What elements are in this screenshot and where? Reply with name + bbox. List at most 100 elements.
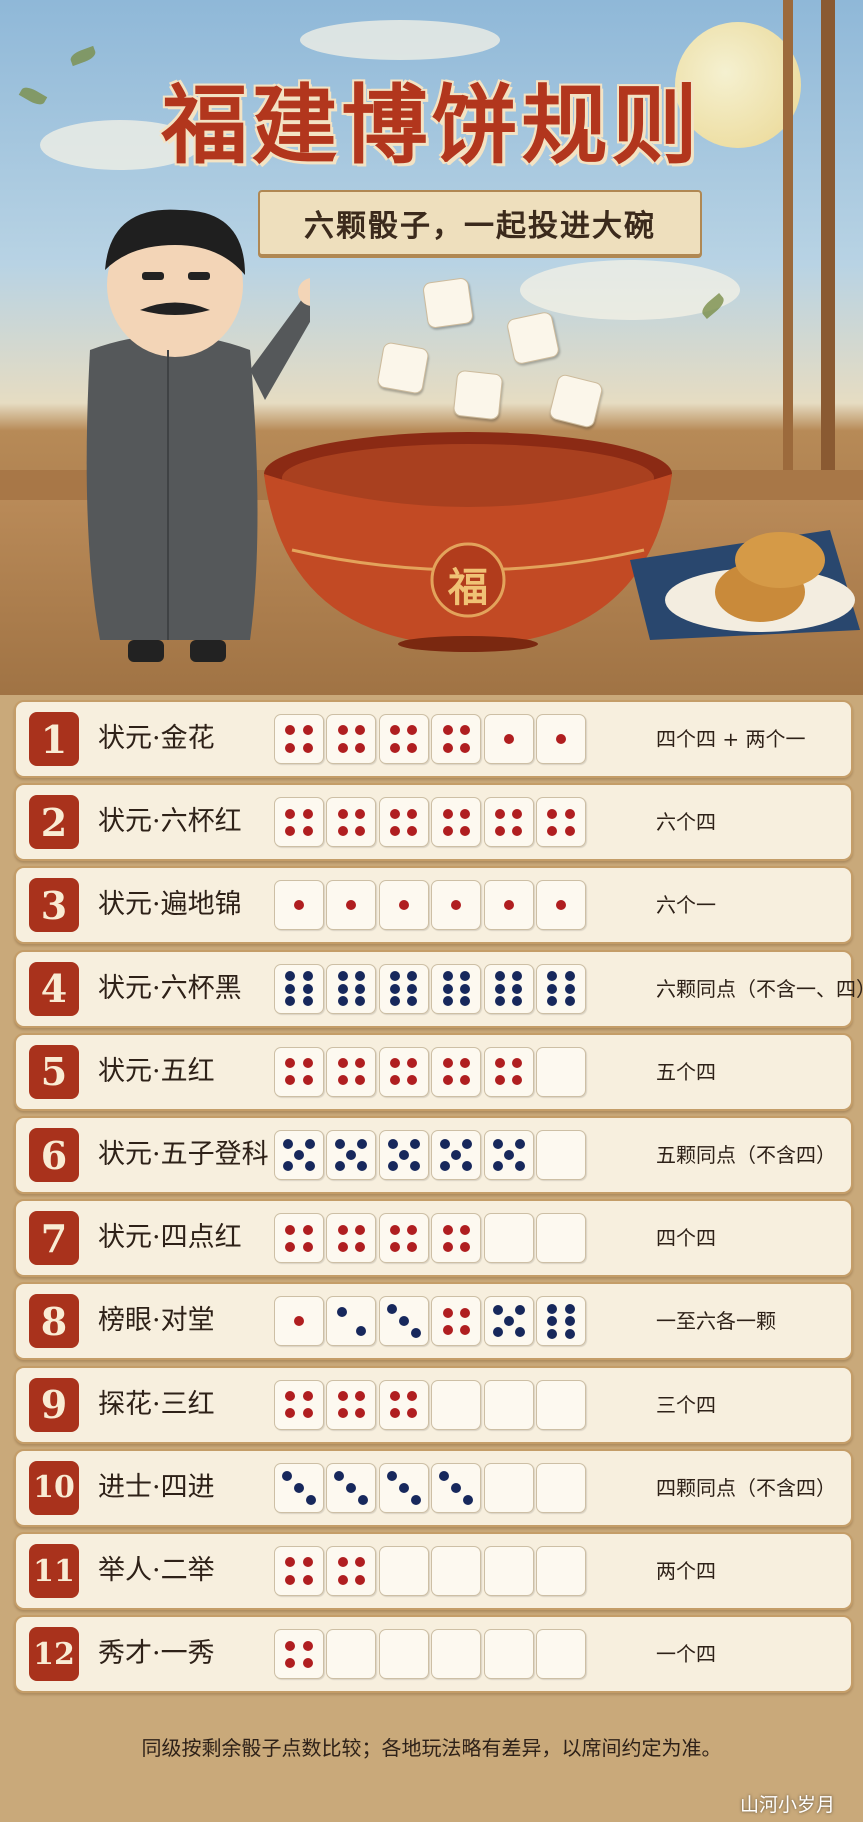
die-face-1 [536, 880, 586, 931]
die-pip [302, 808, 313, 819]
die-face-4 [274, 714, 324, 764]
die-pip [451, 1482, 462, 1493]
die-face-1 [274, 880, 324, 931]
rule-row: 9 探花·三红 三个四 [14, 1365, 853, 1444]
die-face-4 [326, 1546, 377, 1596]
die-pip [442, 808, 453, 819]
page-title: 福建博饼规则 [161, 75, 702, 176]
rule-description: 一个四 [656, 1642, 716, 1667]
rule-number-badge: 3 [29, 878, 79, 933]
die-pip [355, 1408, 366, 1419]
die-pip [459, 1325, 470, 1336]
die-pip [355, 808, 366, 819]
die-pip [337, 1390, 348, 1401]
rule-number-badge: 6 [29, 1128, 79, 1182]
die-face-4 [274, 1546, 324, 1596]
die-face-5 [431, 1130, 482, 1180]
die-pip [407, 742, 418, 753]
die-pip [305, 1138, 316, 1149]
die-pip [440, 1161, 451, 1172]
cloud [300, 20, 500, 60]
die-pip [346, 1482, 357, 1493]
rule-description: 三个四 [656, 1392, 716, 1417]
die-pip [355, 1075, 366, 1086]
die-face-1 [483, 714, 534, 764]
die-pip [285, 825, 296, 836]
die-pip [294, 900, 304, 911]
die-pip [407, 1241, 418, 1252]
die-pip [512, 983, 523, 994]
die-pip [564, 971, 575, 982]
rule-name: 举人·二举 [98, 1555, 215, 1586]
die-pip [302, 1574, 313, 1585]
empty-die-slot [536, 1462, 586, 1513]
die-pip [390, 808, 401, 819]
die-pip [282, 1161, 293, 1172]
die-face-5 [378, 1130, 429, 1180]
die-pip [492, 1161, 503, 1172]
die-pip [564, 1303, 575, 1314]
die-pip [407, 971, 418, 982]
die-pip [285, 983, 296, 994]
die-pip [355, 742, 366, 753]
die-pip [564, 983, 575, 994]
die-pip [337, 1241, 348, 1252]
rule-name: 状元·四点红 [98, 1222, 242, 1254]
die-pip [407, 983, 418, 994]
rule-name: 状元·五子登科 [98, 1139, 269, 1170]
die-pip [282, 1470, 292, 1481]
die-pip [390, 1075, 401, 1086]
die-pip [407, 1408, 418, 1419]
die-pip [346, 900, 357, 911]
die-pip [407, 1058, 418, 1069]
die-pip [451, 900, 462, 911]
die-pip [547, 1316, 558, 1327]
rule-name: 状元·五红 [98, 1055, 215, 1087]
die-pip [337, 1058, 348, 1069]
rule-number-badge: 4 [29, 961, 79, 1016]
die-pip [503, 734, 514, 744]
die-pip [355, 1325, 366, 1336]
rule-number-badge: 1 [29, 712, 79, 766]
die-pip [386, 1470, 397, 1481]
die-pip [503, 1316, 514, 1327]
die-pip [285, 1241, 296, 1252]
empty-die-slot [483, 1213, 534, 1264]
die-pip [547, 971, 558, 982]
die-pip [285, 1058, 296, 1069]
die-pip [459, 996, 470, 1007]
die-pip [398, 1482, 409, 1493]
die-pip [442, 1241, 453, 1252]
rule-row: 8 榜眼·对堂 一至六各一颗 [14, 1282, 853, 1361]
die-pip [442, 742, 453, 753]
rule-name: 状元·遍地锦 [98, 889, 242, 921]
die-pip [355, 983, 366, 994]
flying-die [376, 341, 430, 395]
die-pip [337, 983, 348, 994]
die-pip [337, 971, 348, 982]
die-pip [459, 808, 470, 819]
die-face-6 [274, 963, 324, 1014]
rule-row: 4 状元·六杯黑 六颗同点（不含一、四） [14, 949, 863, 1028]
die-pip [302, 971, 313, 982]
die-pip [302, 983, 313, 994]
rule-row: 12 秀才·一秀 一个四 [14, 1615, 853, 1694]
die-pip [409, 1161, 420, 1172]
die-pip [285, 1075, 296, 1086]
die-face-1 [326, 880, 377, 931]
die-pip [512, 808, 523, 819]
die-face-4 [378, 1213, 429, 1264]
die-face-4 [326, 797, 377, 848]
die-pip [442, 725, 453, 736]
rule-name: 状元·六杯红 [98, 806, 242, 838]
empty-die-slot [378, 1629, 429, 1680]
die-pip [407, 725, 418, 736]
die-pip [285, 1640, 296, 1651]
die-pip [442, 971, 453, 982]
die-pip [346, 1150, 357, 1160]
die-pip [494, 808, 505, 819]
die-pip [355, 971, 366, 982]
die-pip [285, 996, 296, 1007]
subtitle-text: 六颗骰子，一起投进大碗 [304, 209, 656, 244]
die-face-5 [274, 1130, 324, 1180]
